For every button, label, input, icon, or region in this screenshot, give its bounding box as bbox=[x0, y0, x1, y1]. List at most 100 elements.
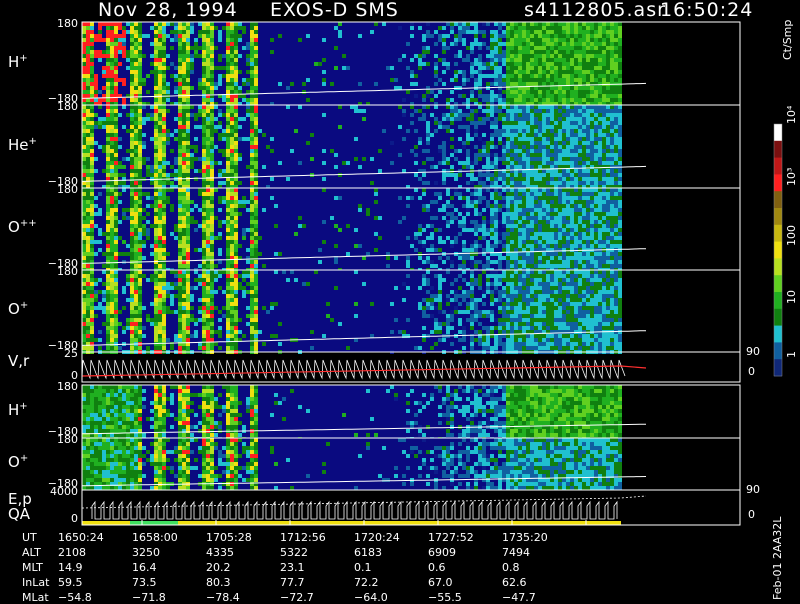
ephemeris-value: 1658:00 bbox=[132, 531, 178, 544]
panel-label-1: He+ bbox=[8, 137, 37, 153]
y-tick-top-2: 180 bbox=[57, 184, 78, 195]
ephemeris-value: 6909 bbox=[428, 546, 456, 559]
ephemeris-value: 7494 bbox=[502, 546, 530, 559]
y-tick-top-1: 180 bbox=[57, 101, 78, 112]
y-tick-top-6: 180 bbox=[57, 434, 78, 445]
panel-frame-7 bbox=[82, 490, 740, 525]
ephemeris-row-ut: UT 1650:24 1658:00 1705:28 1712:56 1720:24 172… bbox=[0, 531, 700, 543]
ephemeris-value: 80.3 bbox=[206, 576, 231, 589]
colorbar-swatch bbox=[774, 359, 782, 376]
ephemeris-value: 14.9 bbox=[58, 561, 83, 574]
colorbar-swatch bbox=[774, 309, 782, 326]
colorbar-tick: 1 bbox=[786, 351, 797, 358]
colorbar-swatch bbox=[774, 326, 782, 343]
y-tick-top-3: 180 bbox=[57, 266, 78, 277]
ephemeris-value: 6183 bbox=[354, 546, 382, 559]
ephemeris-value: 0.6 bbox=[428, 561, 446, 574]
ephemeris-label: MLat bbox=[22, 591, 49, 604]
colorbar-swatch bbox=[774, 225, 782, 242]
ephemeris-value: 20.2 bbox=[206, 561, 231, 574]
ephemeris-value: 4335 bbox=[206, 546, 234, 559]
ephemeris-value: 1712:56 bbox=[280, 531, 326, 544]
ephemeris-value: 77.7 bbox=[280, 576, 305, 589]
ephemeris-value: 0.1 bbox=[354, 561, 372, 574]
ephemeris-value: 62.6 bbox=[502, 576, 527, 589]
panel-label-3: O+ bbox=[8, 301, 28, 317]
right-tick-top-4: 90 bbox=[746, 346, 760, 357]
ephemeris-label: UT bbox=[22, 531, 37, 544]
ephemeris-value: 67.0 bbox=[428, 576, 453, 589]
ephemeris-value: −64.0 bbox=[354, 591, 388, 604]
ephemeris-value: 0.8 bbox=[502, 561, 520, 574]
ephemeris-value: −71.8 bbox=[132, 591, 166, 604]
colorbar-swatch bbox=[774, 292, 782, 309]
ephemeris-value: 73.5 bbox=[132, 576, 157, 589]
y-tick-top-0: 180 bbox=[57, 18, 78, 29]
colorbar-swatch bbox=[774, 342, 782, 359]
colorbar-tick: 10 bbox=[786, 290, 797, 304]
ephemeris-label: MLT bbox=[22, 561, 43, 574]
vr-panel bbox=[82, 360, 646, 378]
right-tick-top-7: 90 bbox=[746, 484, 760, 495]
ephemeris-value: −47.7 bbox=[502, 591, 536, 604]
panel-label-6: O+ bbox=[8, 454, 28, 470]
panel-label-7: E,pQA bbox=[8, 492, 32, 522]
right-tick-bottom-4: 0 bbox=[748, 366, 755, 377]
colorbar-swatch bbox=[774, 275, 782, 292]
ephemeris-value: 59.5 bbox=[58, 576, 83, 589]
ephemeris-value: −54.8 bbox=[58, 591, 92, 604]
heatmap-panel-2 bbox=[82, 188, 646, 272]
ephemeris-label: ALT bbox=[22, 546, 41, 559]
right-tick-bottom-7: 0 bbox=[748, 509, 755, 520]
ephemeris-value: 3250 bbox=[132, 546, 160, 559]
ephemeris-value: 5322 bbox=[280, 546, 308, 559]
ephemeris-value: 23.1 bbox=[280, 561, 305, 574]
colorbar-swatch bbox=[774, 124, 782, 141]
ephemeris-value: −72.7 bbox=[280, 591, 314, 604]
plot-file: s4112805.asr bbox=[524, 1, 666, 20]
ephemeris-row-alt: ALT 2108 3250 4335 5322 6183 6909 7494 bbox=[0, 546, 700, 558]
ephemeris-value: −78.4 bbox=[206, 591, 240, 604]
ephemeris-row-mlt: MLT 14.9 16.4 20.2 23.1 0.1 0.6 0.8 bbox=[0, 561, 700, 573]
heatmap-panel-3 bbox=[82, 270, 646, 354]
ephemeris-value: 2108 bbox=[58, 546, 86, 559]
colorbar-swatch bbox=[774, 208, 782, 225]
ephemeris-value: −55.5 bbox=[428, 591, 462, 604]
ephemeris-row-inlat: InLat59.573.580.377.772.267.062.6 bbox=[0, 576, 700, 588]
colorbar-swatch bbox=[774, 158, 782, 175]
panel-label-2: O++ bbox=[8, 219, 37, 235]
plot-date: Nov 28, 1994 bbox=[98, 1, 238, 20]
heatmap-panel-1 bbox=[82, 105, 646, 189]
colorbar-tick: 10⁴ bbox=[786, 106, 797, 124]
y-tick-top-7: 4000 bbox=[50, 486, 78, 497]
ephemeris-row-mlat: MLat −54.8 −71.8 −78.4 −72.7 −64.0 −55.5 −47.7 bbox=[0, 591, 700, 603]
y-tick-top-4: 25 bbox=[64, 348, 78, 359]
ephemeris-value: 1727:52 bbox=[428, 531, 474, 544]
colorbar-swatch bbox=[774, 242, 782, 259]
y-tick-bottom-7: 0 bbox=[71, 513, 78, 524]
heatmap-panel-0 bbox=[82, 22, 646, 106]
spectrogram-plot bbox=[0, 0, 800, 600]
ephemeris-value: 16.4 bbox=[132, 561, 157, 574]
plot-instrument: EXOS-D SMS bbox=[270, 1, 399, 20]
y-tick-top-5: 180 bbox=[57, 381, 78, 392]
colorbar-swatch bbox=[774, 141, 782, 158]
plot-time: 16:50:24 bbox=[660, 1, 753, 20]
ephemeris-value: 1735:20 bbox=[502, 531, 548, 544]
ephemeris-label: InLat bbox=[22, 576, 49, 589]
colorbar-tick: 10³ bbox=[786, 168, 797, 186]
panel-label-0: H+ bbox=[8, 54, 28, 70]
heatmap-panel-6 bbox=[82, 438, 646, 490]
colorbar-swatch bbox=[774, 174, 782, 191]
ephemeris-value: 1650:24 bbox=[58, 531, 104, 544]
side-note: Feb-01 2AA32L bbox=[772, 517, 783, 600]
colorbar-swatch bbox=[774, 191, 782, 208]
panel-label-4: V,r bbox=[8, 354, 29, 369]
colorbar-swatch bbox=[774, 258, 782, 275]
ephemeris-value: 1705:28 bbox=[206, 531, 252, 544]
panel-label-5: H+ bbox=[8, 402, 28, 418]
ephemeris-value: 1720:24 bbox=[354, 531, 400, 544]
colorbar-tick: 100 bbox=[786, 225, 797, 246]
heatmap-panel-5 bbox=[82, 385, 646, 441]
colorbar-unit: Ct/Smp bbox=[782, 20, 793, 60]
